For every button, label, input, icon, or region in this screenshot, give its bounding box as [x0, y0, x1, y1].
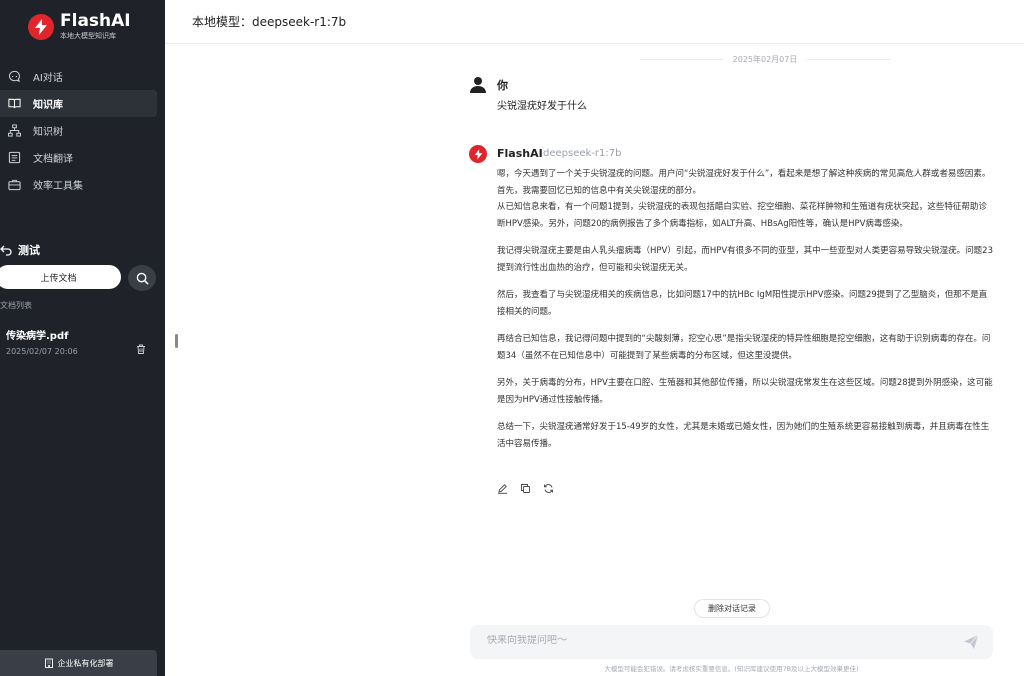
- brand-subtitle: 本地大模型知识库: [60, 32, 116, 40]
- upload-document-button[interactable]: 上传文档: [0, 265, 121, 289]
- ai-paragraph: 嗯，今天遇到了一个关于尖锐湿疣的问题。用户问“尖锐湿疣好发于什么”，看起来是想了…: [497, 169, 991, 196]
- sidebar-item-ai-chat[interactable]: AI对话: [0, 63, 157, 90]
- list-item[interactable]: 传染病学.pdf 2025/02/07 20:06: [6, 327, 156, 356]
- enterprise-deploy-button[interactable]: 企业私有化部署: [0, 650, 157, 676]
- search-icon: [136, 272, 149, 285]
- copy-icon[interactable]: [520, 483, 531, 494]
- ai-paragraph: 然后，我查看了与尖锐湿疣相关的疾病信息，比如问题17中的抗HBc IgM阳性提示…: [497, 290, 988, 317]
- building-icon: [44, 658, 53, 668]
- header: 本地模型：deepseek-r1:7b: [165, 0, 1024, 44]
- edit-icon[interactable]: [497, 483, 508, 494]
- regenerate-icon[interactable]: [543, 483, 554, 494]
- sidebar-item-toolbox[interactable]: 效率工具集: [0, 171, 157, 198]
- ai-paragraph: 我记得尖锐湿疣主要是由人乳头瘤病毒（HPV）引起，而HPV有很多不同的亚型，其中…: [497, 246, 993, 273]
- chat-input-box: [470, 625, 993, 659]
- brand: FlashAI 本地大模型知识库: [28, 12, 131, 41]
- trash-icon[interactable]: [136, 344, 146, 354]
- user-message: 尖锐湿疣好发于什么: [497, 101, 587, 112]
- chat-input[interactable]: [487, 635, 937, 646]
- sidebar-item-label: 知识树: [33, 127, 63, 138]
- sidebar-resize-handle[interactable]: [175, 334, 178, 348]
- clear-chat-button[interactable]: 删除对话记录: [694, 599, 770, 618]
- ai-paragraph: 再结合已知信息，我记得问题中提到的“尖酸刻薄，挖空心思”是指尖锐湿疣的特异性细胞…: [497, 334, 991, 361]
- ai-paragraph: 从已知信息来看，有一个问题1提到，尖锐湿疣的表现包括醋白实验、挖空细胞、菜花样肿…: [497, 202, 987, 229]
- chat-icon: [8, 70, 21, 83]
- doc-list-label: 文档列表: [0, 301, 32, 310]
- date-separator: 2025年02月07日: [640, 54, 890, 65]
- lightning-logo-icon: [28, 13, 54, 40]
- ai-paragraph: 另外，关于病毒的分布，HPV主要在口腔、生殖器和其他部位传播，所以尖锐湿疣常发生…: [497, 378, 993, 405]
- sidebar: FlashAI 本地大模型知识库 AI对话 知识库 知识树 文档翻译 效率工具集…: [0, 0, 165, 676]
- chat-date: 2025年02月07日: [732, 55, 798, 64]
- sidebar-item-label: AI对话: [33, 73, 63, 84]
- knowledge-base-name: 测试: [18, 244, 40, 257]
- knowledge-base-back-button[interactable]: 测试: [0, 242, 40, 258]
- user-avatar-icon: [470, 77, 486, 93]
- disclaimer: 大模型可能会犯错误。请考虑核实重要信息。(知识库建议使用7B及以上大模型效果更佳…: [604, 665, 859, 673]
- document-icon: [8, 151, 21, 164]
- enterprise-label: 企业私有化部署: [57, 658, 114, 668]
- brand-name: FlashAI: [60, 11, 131, 31]
- toolbox-icon: [8, 178, 21, 191]
- book-icon: [8, 97, 21, 110]
- user-name: 你: [497, 79, 508, 92]
- search-button[interactable]: [128, 265, 156, 291]
- sidebar-item-doc-translate[interactable]: 文档翻译: [0, 144, 157, 171]
- doc-name: 传染病学.pdf: [6, 331, 69, 342]
- doc-date: 2025/02/07 20:06: [6, 347, 78, 356]
- sidebar-item-label: 文档翻译: [33, 154, 73, 165]
- sidebar-item-label: 效率工具集: [33, 181, 83, 192]
- ai-avatar-icon: [469, 145, 487, 163]
- sidebar-item-knowledge-base[interactable]: 知识库: [0, 90, 157, 117]
- tree-icon: [8, 124, 21, 137]
- send-icon[interactable]: [963, 634, 979, 650]
- ai-response: 嗯，今天遇到了一个关于尖锐湿疣的问题。用户问“尖锐湿疣好发于什么”，看起来是想了…: [497, 166, 995, 463]
- back-arrow-icon: [0, 245, 12, 256]
- ai-model-tag: deepseek-r1:7b: [543, 148, 622, 159]
- message-actions: [497, 483, 566, 494]
- sidebar-item-knowledge-tree[interactable]: 知识树: [0, 117, 157, 144]
- local-model-label: 本地模型：deepseek-r1:7b: [192, 15, 347, 29]
- sidebar-item-label: 知识库: [33, 100, 63, 111]
- ai-name: FlashAI: [497, 147, 543, 160]
- ai-paragraph: 总结一下，尖锐湿疣通常好发于15-49岁的女性，尤其是未婚或已婚女性，因为她们的…: [497, 422, 990, 449]
- sidebar-nav: AI对话 知识库 知识树 文档翻译 效率工具集: [0, 63, 157, 198]
